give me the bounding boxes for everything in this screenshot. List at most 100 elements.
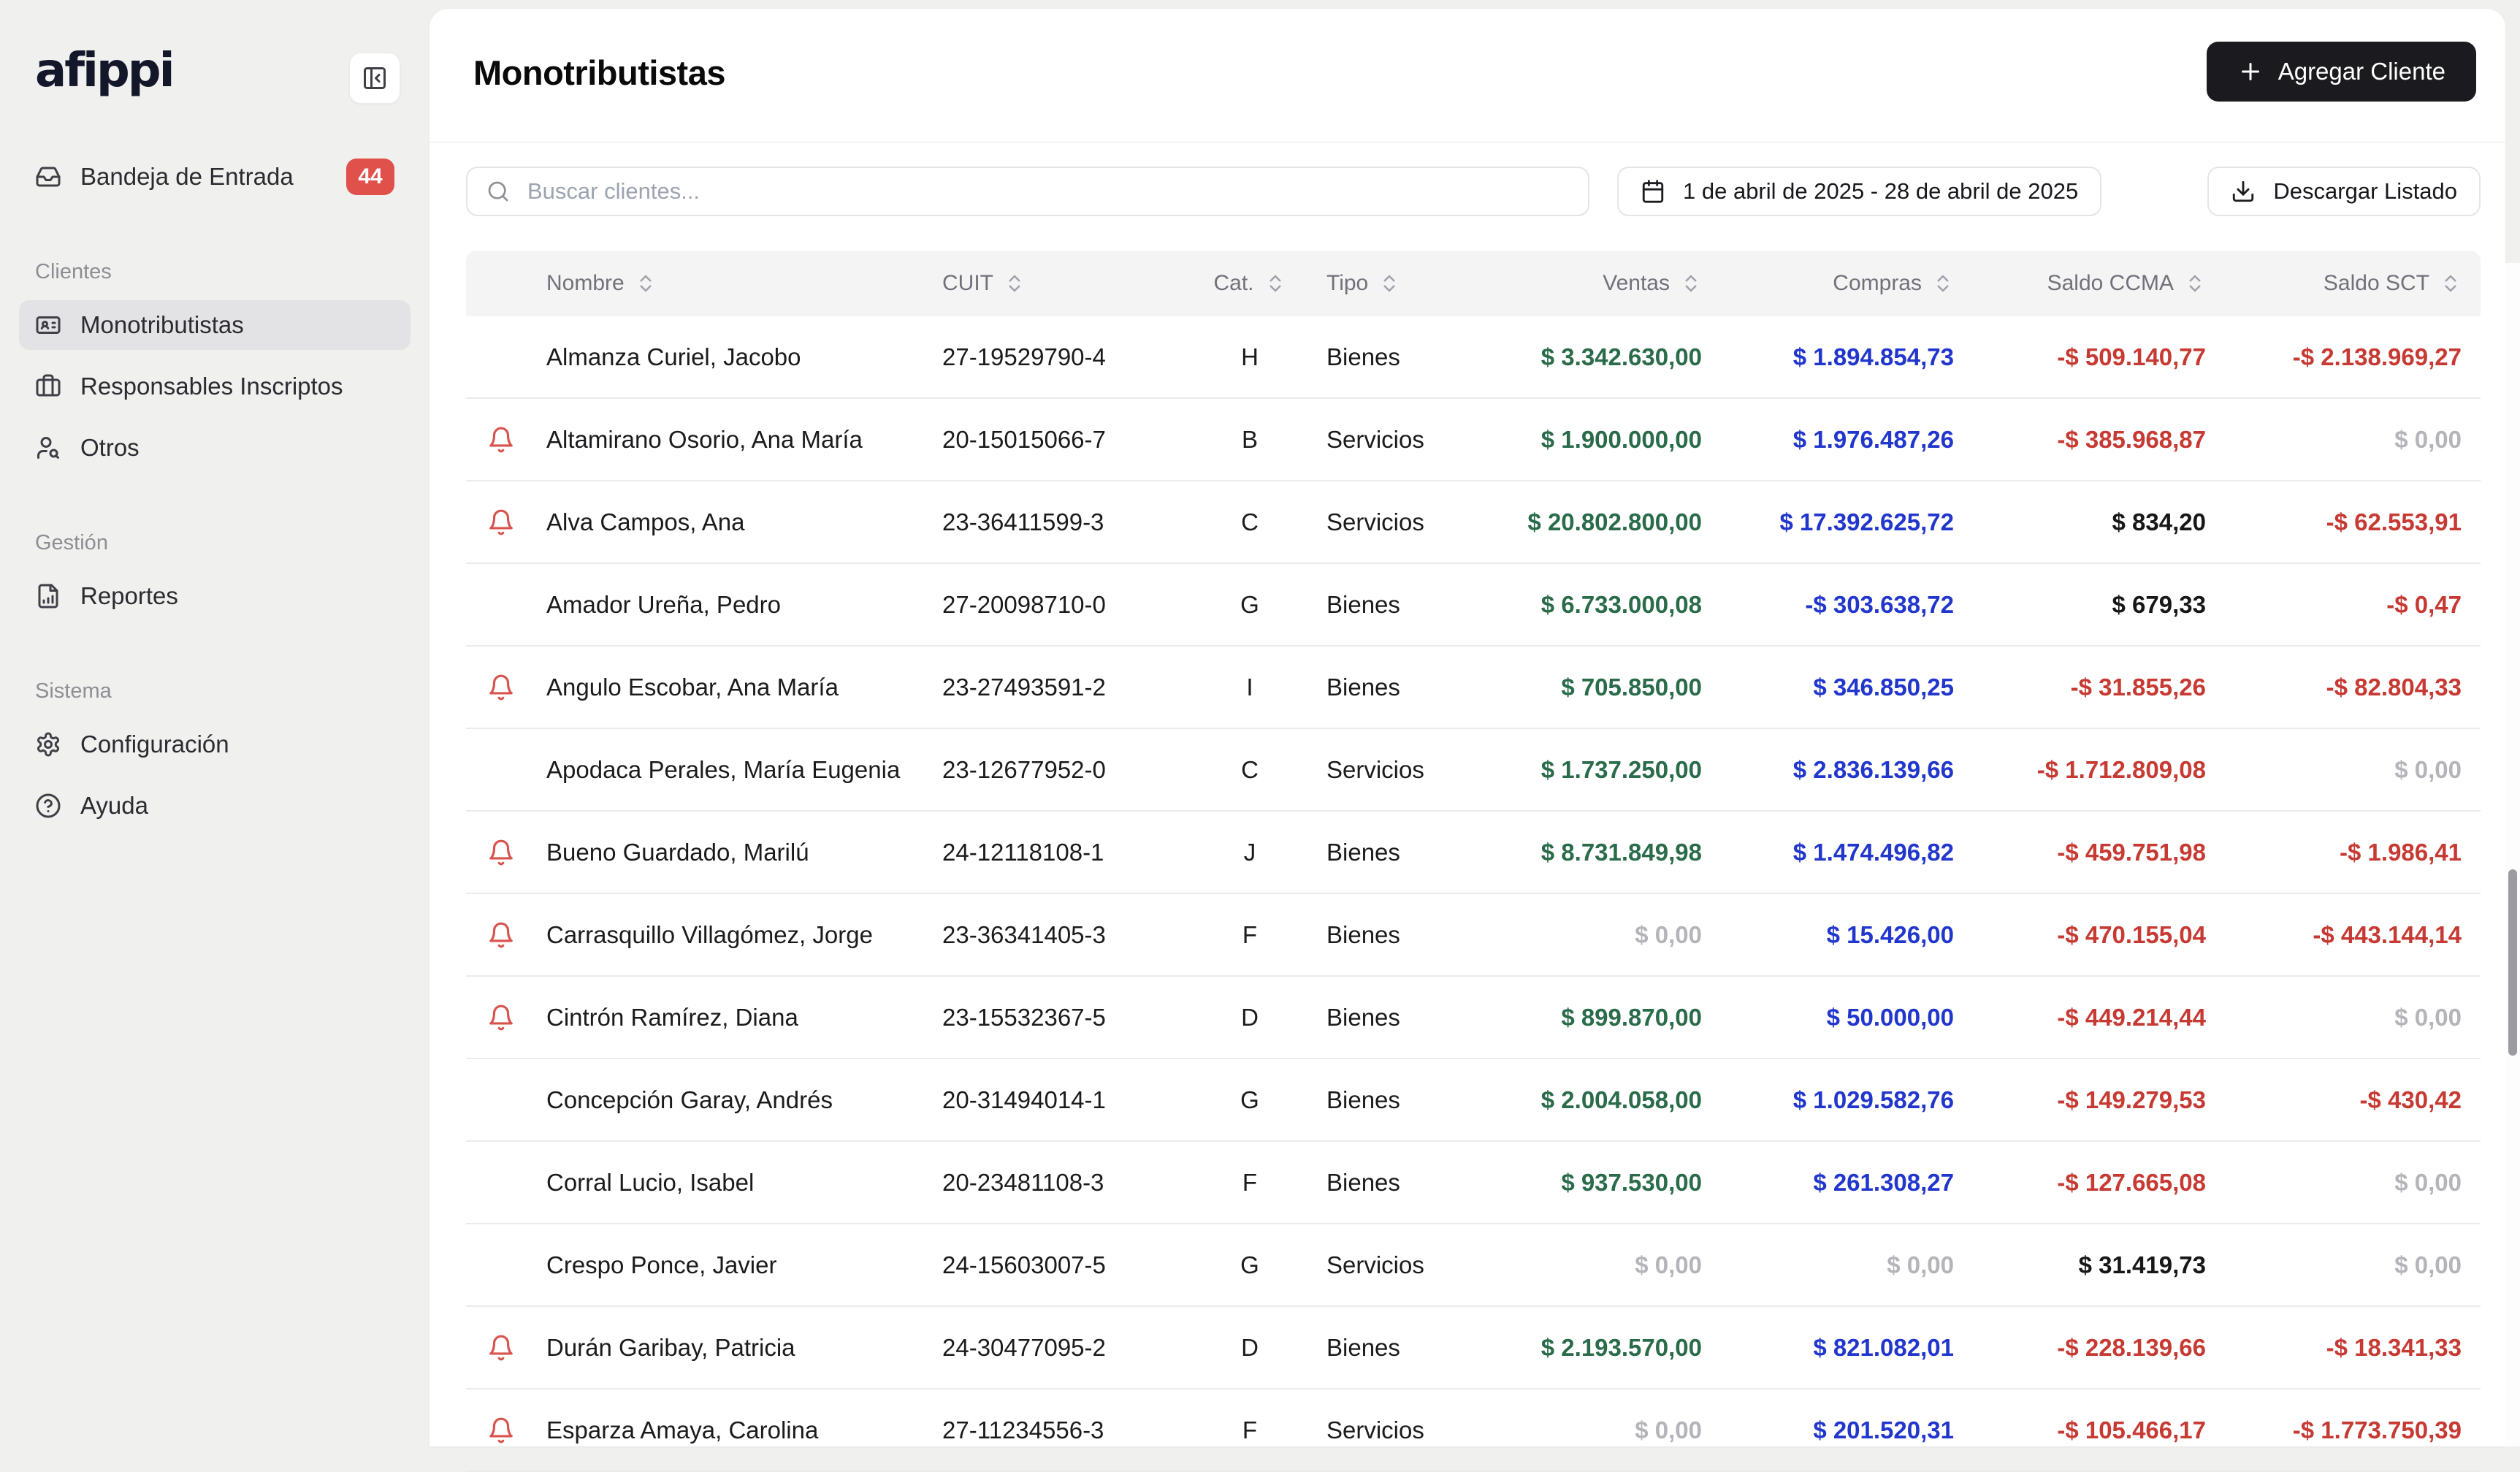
cell-ccma: $ 834,20	[1973, 508, 2225, 536]
download-list-button[interactable]: Descargar Listado	[2207, 167, 2481, 216]
cell-name: Apodaca Perales, María Eugenia	[536, 756, 932, 784]
table-row[interactable]: Cintrón Ramírez, Diana23-15532367-5DBien…	[466, 977, 2481, 1059]
page-scrollbar-thumb[interactable]	[2508, 869, 2517, 1056]
cell-ccma: -$ 105.466,17	[1973, 1416, 2225, 1444]
page-scrollbar-track	[2505, 263, 2520, 1446]
cell-sct: $ 0,00	[2225, 1169, 2481, 1197]
table-row[interactable]: Bueno Guardado, Marilú24-12118108-1JBien…	[466, 812, 2481, 894]
column-label: Ventas	[1603, 271, 1670, 296]
sidebar-item-label: Responsables Inscriptos	[80, 373, 343, 400]
column-label: Saldo CCMA	[2047, 271, 2174, 296]
cell-tipo: Bienes	[1305, 1086, 1480, 1114]
cell-name: Cintrón Ramírez, Diana	[536, 1004, 932, 1031]
cell-cat: F	[1195, 921, 1305, 949]
column-header-name[interactable]: Nombre	[536, 271, 932, 296]
search-input[interactable]	[526, 178, 1569, 205]
cell-alert	[466, 1416, 536, 1444]
table-row[interactable]: Alva Campos, Ana23-36411599-3CServicios$…	[466, 481, 2481, 564]
table-row[interactable]: Carrasquillo Villagómez, Jorge23-3634140…	[466, 894, 2481, 977]
cell-cat: F	[1195, 1169, 1305, 1197]
table-row[interactable]: Angulo Escobar, Ana María23-27493591-2IB…	[466, 647, 2481, 729]
sidebar-item-responsables-inscriptos[interactable]: Responsables Inscriptos	[19, 362, 411, 411]
sidebar-collapse-button[interactable]	[349, 53, 400, 104]
cell-tipo: Bienes	[1305, 839, 1480, 866]
cell-cuit: 27-11234556-3	[932, 1416, 1195, 1444]
cell-sct: -$ 2.138.969,27	[2225, 343, 2481, 371]
cell-ventas: $ 20.802.800,00	[1480, 508, 1721, 536]
cell-ventas: $ 6.733.000,08	[1480, 591, 1721, 619]
column-header-tipo[interactable]: Tipo	[1305, 271, 1480, 296]
date-range-button[interactable]: 1 de abril de 2025 - 28 de abril de 2025	[1617, 167, 2101, 216]
cell-ccma: -$ 470.155,04	[1973, 921, 2225, 949]
cell-tipo: Servicios	[1305, 508, 1480, 536]
sort-chevrons-icon[interactable]	[635, 272, 657, 294]
cell-ccma: $ 31.419,73	[1973, 1251, 2225, 1279]
table-row[interactable]: Amador Ureña, Pedro27-20098710-0GBienes$…	[466, 564, 2481, 647]
sort-chevrons-icon[interactable]	[1932, 272, 1954, 294]
cell-alert	[466, 921, 536, 949]
cell-ccma: -$ 149.279,53	[1973, 1086, 2225, 1114]
cell-ventas: $ 937.530,00	[1480, 1169, 1721, 1197]
cell-cuit: 27-19529790-4	[932, 343, 1195, 371]
cell-name: Carrasquillo Villagómez, Jorge	[536, 921, 932, 949]
column-header-cuit[interactable]: CUIT	[932, 271, 1195, 296]
column-header-ventas[interactable]: Ventas	[1480, 271, 1721, 296]
table-row[interactable]: Durán Garibay, Patricia24-30477095-2DBie…	[466, 1307, 2481, 1389]
cell-cuit: 23-36411599-3	[932, 508, 1195, 536]
cell-cuit: 23-27493591-2	[932, 674, 1195, 701]
table-row[interactable]: Apodaca Perales, María Eugenia23-1267795…	[466, 729, 2481, 812]
clients-table: Nombre CUITCat.Tipo Ventas Compras Saldo CCM…	[466, 251, 2481, 1472]
table-row[interactable]: Concepción Garay, Andrés20-31494014-1GBi…	[466, 1059, 2481, 1142]
cell-ventas: $ 3.342.630,00	[1480, 343, 1721, 371]
add-client-button[interactable]: Agregar Cliente	[2207, 42, 2476, 102]
cell-cat: F	[1195, 1416, 1305, 1444]
cell-compras: $ 1.894.854,73	[1721, 343, 1973, 371]
sort-chevrons-icon[interactable]	[1264, 272, 1286, 294]
cell-cuit: 24-15603007-5	[932, 1251, 1195, 1279]
cell-cat: H	[1195, 343, 1305, 371]
date-range-label: 1 de abril de 2025 - 28 de abril de 2025	[1683, 178, 2078, 205]
page-header: Monotributistas Agregar Cliente	[429, 9, 2505, 142]
cell-sct: -$ 443.144,14	[2225, 921, 2481, 949]
column-label: Compras	[1833, 271, 1922, 296]
sidebar-item-label: Reportes	[80, 582, 178, 610]
sidebar-item-configuraci-n[interactable]: Configuración	[19, 720, 411, 769]
column-header-compras[interactable]: Compras	[1721, 271, 1973, 296]
table-row[interactable]: Esparza Amaya, Carolina27-11234556-3FSer…	[466, 1389, 2481, 1472]
cell-cuit: 20-15015066-7	[932, 426, 1195, 454]
gear-icon	[35, 731, 61, 758]
column-header-ccma[interactable]: Saldo CCMA	[1973, 271, 2225, 296]
sidebar-item-monotributistas[interactable]: Monotributistas	[19, 300, 411, 350]
cell-cuit: 20-31494014-1	[932, 1086, 1195, 1114]
column-label: Nombre	[546, 271, 625, 296]
sort-chevrons-icon[interactable]	[2184, 272, 2206, 294]
plus-icon	[2237, 58, 2264, 85]
cell-tipo: Servicios	[1305, 1251, 1480, 1279]
sidebar-item-otros[interactable]: Otros	[19, 423, 411, 473]
cell-compras: $ 15.426,00	[1721, 921, 1973, 949]
cell-name: Crespo Ponce, Javier	[536, 1251, 932, 1279]
cell-ventas: $ 2.004.058,00	[1480, 1086, 1721, 1114]
sort-chevrons-icon[interactable]	[1004, 272, 1026, 294]
table-row[interactable]: Crespo Ponce, Javier24-15603007-5GServic…	[466, 1224, 2481, 1307]
sidebar-item-ayuda[interactable]: Ayuda	[19, 781, 411, 831]
cell-ccma: -$ 1.712.809,08	[1973, 756, 2225, 784]
sort-chevrons-icon[interactable]	[1680, 272, 1702, 294]
table-row[interactable]: Almanza Curiel, Jacobo27-19529790-4HBien…	[466, 316, 2481, 399]
column-label: Saldo SCT	[2324, 271, 2429, 296]
cell-compras: $ 2.836.139,66	[1721, 756, 1973, 784]
sidebar-item-inbox[interactable]: Bandeja de Entrada 44	[19, 152, 411, 202]
column-header-cat[interactable]: Cat.	[1195, 271, 1305, 296]
table-row[interactable]: Corral Lucio, Isabel20-23481108-3FBienes…	[466, 1142, 2481, 1224]
cell-cat: I	[1195, 674, 1305, 701]
sort-chevrons-icon[interactable]	[1378, 272, 1400, 294]
help-circle-icon	[35, 793, 61, 819]
column-header-sct[interactable]: Saldo SCT	[2225, 271, 2481, 296]
cell-ccma: -$ 385.968,87	[1973, 426, 2225, 454]
sidebar-item-reportes[interactable]: Reportes	[19, 571, 411, 621]
table-row[interactable]: Altamirano Osorio, Ana María20-15015066-…	[466, 399, 2481, 481]
cell-cat: G	[1195, 591, 1305, 619]
sort-chevrons-icon[interactable]	[2440, 272, 2462, 294]
cell-sct: -$ 1.773.750,39	[2225, 1416, 2481, 1444]
cell-name: Alva Campos, Ana	[536, 508, 932, 536]
